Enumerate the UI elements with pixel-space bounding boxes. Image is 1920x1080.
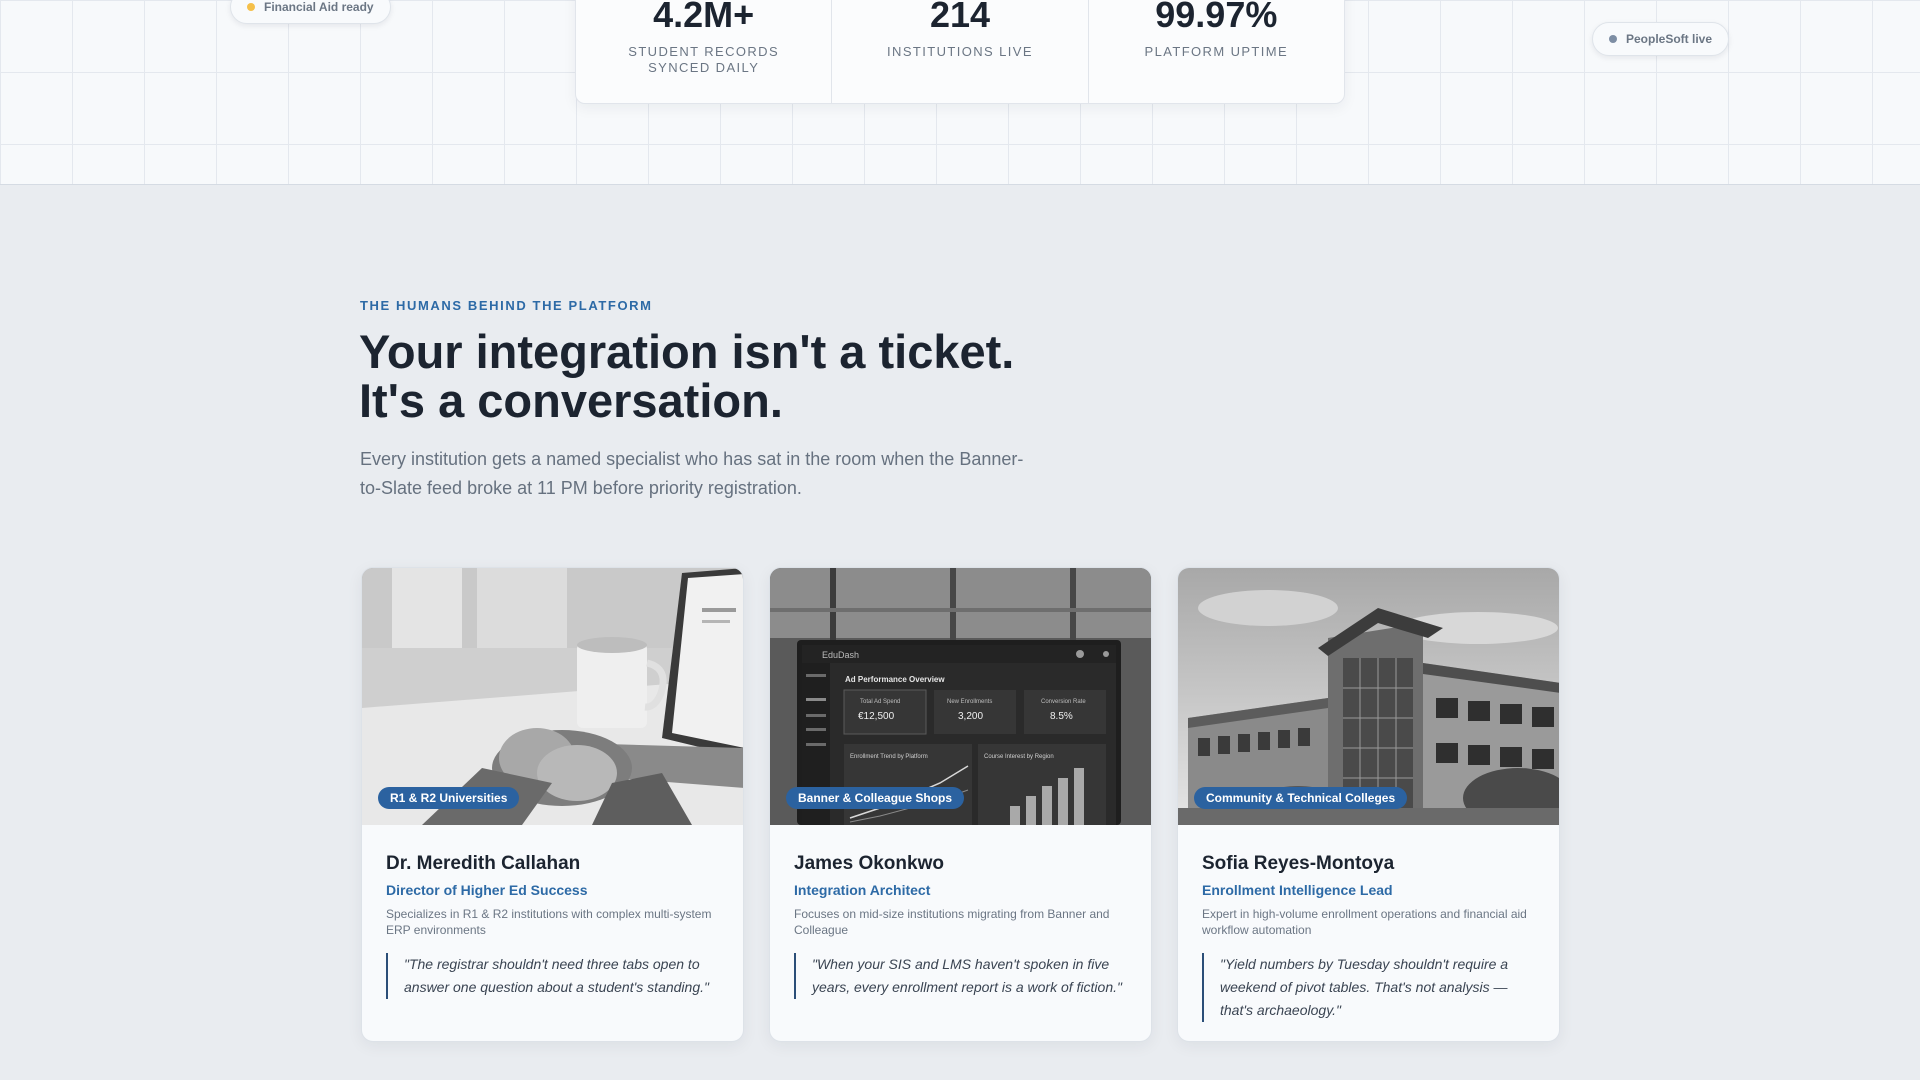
kpi-label: New Enrollments [947,699,992,705]
team-card-james-okonkwo: EduDash Ad Performance Overview Total Ad… [769,567,1152,1042]
panel-title: Enrollment Trend by Platform [850,754,928,760]
dashboard-title: Ad Performance Overview [845,675,945,684]
kpi-value: €12,500 [858,711,895,722]
specialist-quote: "The registrar shouldn't need three tabs… [386,953,719,999]
team-photo: EduDash Ad Performance Overview Total Ad… [770,568,1151,825]
stat-label: INSTITUTIONS LIVE [887,44,1033,59]
stat-value: 214 [929,0,991,35]
section-subtext: Every institution gets a named specialis… [360,449,1024,498]
specialist-role: Integration Architect [794,882,931,898]
section-headline: Your integration isn't a ticket. It's a … [359,327,1259,425]
specialist-description: Specializes in R1 & R2 institutions with… [386,907,712,937]
stat-value: 99.97% [1155,0,1278,35]
kpi-label: Conversion Rate [1041,699,1086,705]
peoplesoft-status-label: PeopleSoft live [1626,32,1713,46]
segment-tag: R1 & R2 Universities [378,787,520,809]
team-photo: Community & Technical Colleges [1178,568,1559,825]
headline-line-2: It's a conversation. [359,374,783,427]
financial-aid-status-pill: Financial Aid ready [230,0,391,24]
stat-label: PLATFORM UPTIME [1144,44,1289,59]
specialist-role: Director of Higher Ed Success [386,882,588,898]
headline-line-1: Your integration isn't a ticket. [359,325,1015,378]
kpi-value: 8.5% [1050,711,1073,722]
status-dot-icon [1609,35,1617,43]
team-photo: R1 & R2 Universities [362,568,743,825]
stat-label: STUDENT RECORDS SYNCED DAILY [628,44,780,75]
kpi-label: Total Ad Spend [860,699,900,705]
specialist-description: Expert in high-volume enrollment operati… [1202,907,1527,937]
team-card-meredith-callahan: R1 & R2 Universities Dr. Meredith Callah… [361,567,744,1042]
specialist-description: Focuses on mid-size institutions migrati… [794,907,1110,937]
dashboard-app-name: EduDash [822,650,859,660]
stats-card: 4.2M+ STUDENT RECORDS SYNCED DAILY 214 I… [575,0,1345,104]
stat-value: 4.2M+ [653,0,755,35]
specialist-name: Sofia Reyes-Montoya [1202,853,1395,874]
stat-records-synced: 4.2M+ STUDENT RECORDS SYNCED DAILY [576,0,833,103]
section-eyebrow: THE HUMANS BEHIND THE PLATFORM [360,298,653,313]
peoplesoft-status-pill: PeopleSoft live [1592,22,1730,56]
panel-title: Course Interest by Region [984,754,1054,760]
stat-institutions-live: 214 INSTITUTIONS LIVE [832,0,1089,103]
segment-tag: Community & Technical Colleges [1194,787,1408,809]
team-card-sofia-reyes-montoya: Community & Technical Colleges Sofia Rey… [1177,567,1560,1042]
financial-aid-status-label: Financial Aid ready [264,0,374,14]
specialist-role: Enrollment Intelligence Lead [1202,882,1393,898]
specialist-quote: "Yield numbers by Tuesday shouldn't requ… [1202,953,1535,1022]
kpi-value: 3,200 [958,711,983,722]
segment-tag: Banner & Colleague Shops [786,787,965,809]
status-dot-icon [247,3,255,11]
stat-platform-uptime: 99.97% PLATFORM UPTIME [1089,0,1344,103]
specialist-name: Dr. Meredith Callahan [386,853,581,874]
specialist-name: James Okonkwo [794,853,944,874]
specialist-quote: "When your SIS and LMS haven't spoken in… [794,953,1127,999]
